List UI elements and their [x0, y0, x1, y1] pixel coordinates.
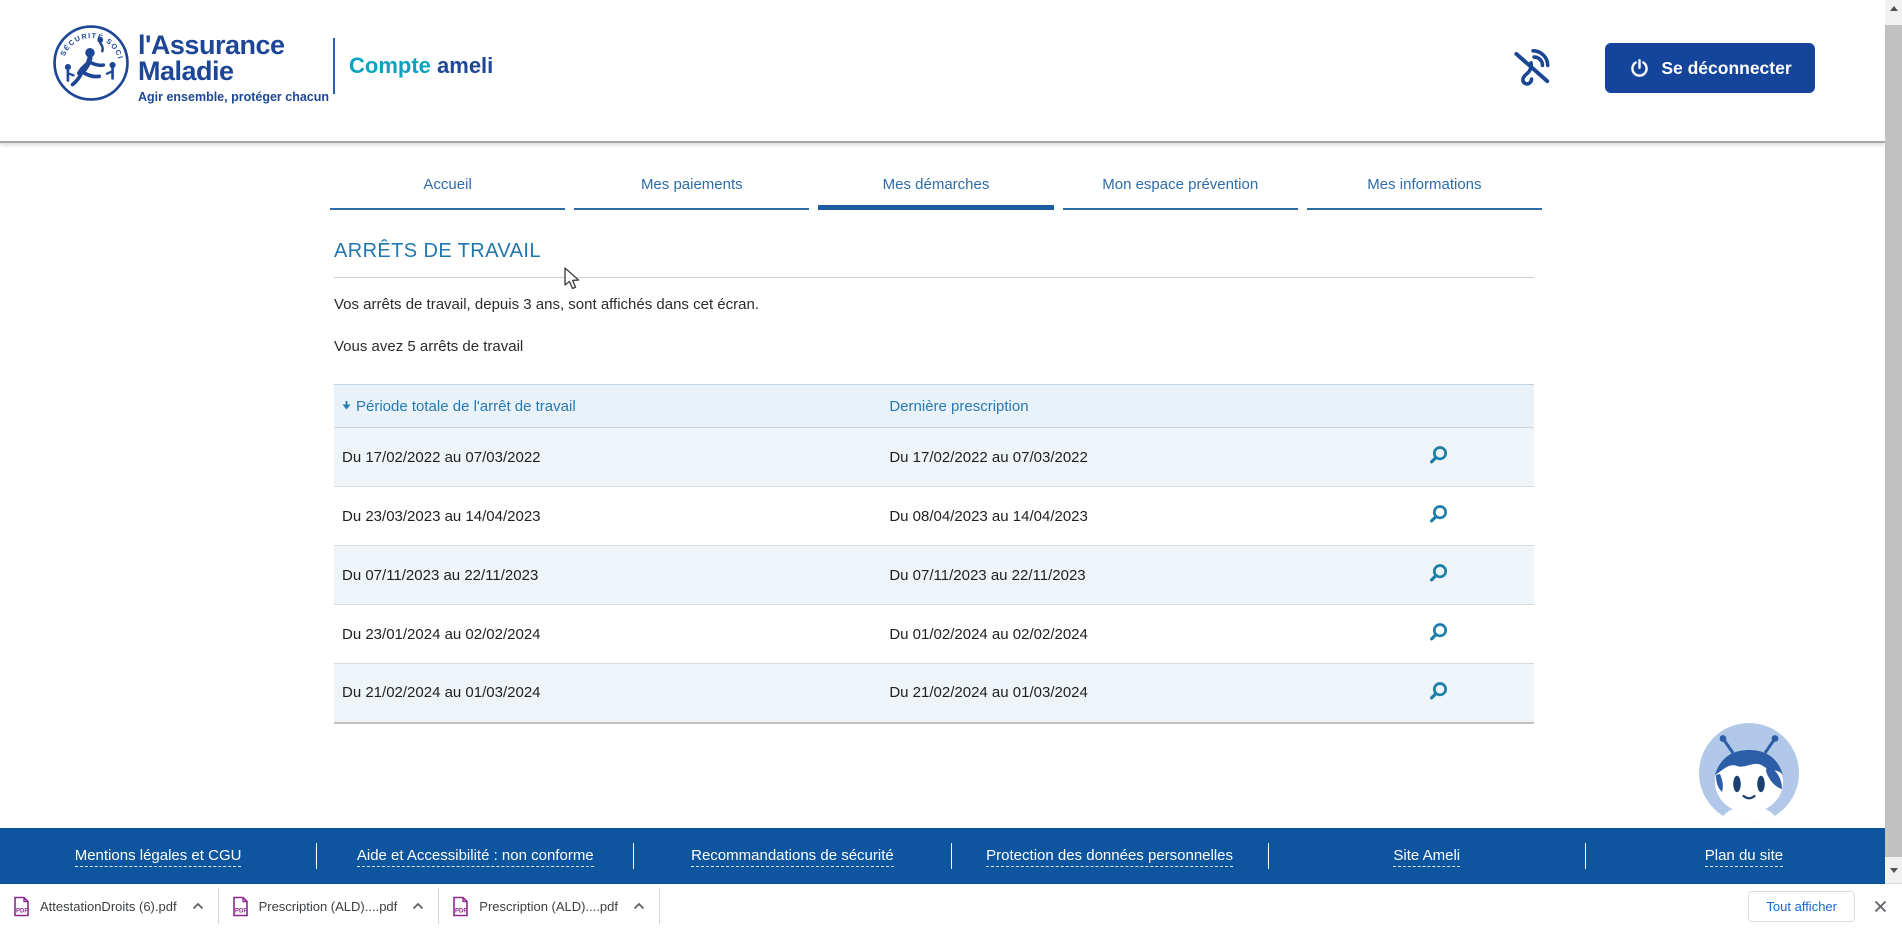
- count-text: Vous avez 5 arrêts de travail: [334, 338, 1534, 355]
- close-icon: [1873, 899, 1888, 914]
- download-item-1[interactable]: PDF AttestationDroits (6).pdf: [0, 884, 218, 928]
- column-header-period[interactable]: Période totale de l'arrêt de travail: [334, 385, 881, 428]
- footer-link-mentions-legales[interactable]: Mentions légales et CGU: [75, 847, 242, 867]
- app-header: SÉCURITÉ SOCIALE l'Assurance: [0, 0, 1885, 143]
- show-all-downloads-button[interactable]: Tout afficher: [1748, 891, 1855, 922]
- prescription-cell: Du 08/04/2023 au 14/04/2023: [881, 487, 1335, 546]
- tab-accueil[interactable]: Accueil: [330, 166, 565, 210]
- svg-text:PDF: PDF: [16, 908, 28, 914]
- brand-tagline: Agir ensemble, protéger chacun: [138, 90, 329, 104]
- column-header-prescription[interactable]: Dernière prescription: [881, 385, 1335, 428]
- svg-text:PDF: PDF: [235, 908, 247, 914]
- tab-mes-paiements[interactable]: Mes paiements: [574, 166, 809, 210]
- magnifier-icon: [1427, 680, 1450, 703]
- work-stoppages-table: Période totale de l'arrêt de travail Der…: [334, 384, 1534, 724]
- tab-mes-demarches[interactable]: Mes démarches: [818, 166, 1053, 210]
- magnifier-icon: [1427, 444, 1450, 467]
- magnifier-icon: [1427, 503, 1450, 526]
- tab-label: Mes démarches: [883, 176, 990, 193]
- chatbot-mascot-button[interactable]: [1697, 721, 1801, 825]
- power-icon: [1628, 57, 1651, 80]
- assurance-maladie-logo[interactable]: SÉCURITÉ SOCIALE l'Assurance: [52, 24, 329, 104]
- brand-line2: Maladie: [138, 58, 329, 84]
- download-menu-chevron-up-icon[interactable]: [411, 901, 425, 911]
- magnifier-icon: [1427, 621, 1450, 644]
- download-menu-chevron-up-icon[interactable]: [632, 901, 646, 911]
- sort-descending-icon: [342, 401, 351, 410]
- scrollbar-thumb[interactable]: [1885, 25, 1902, 857]
- tab-label: Accueil: [423, 176, 471, 193]
- pdf-file-icon: PDF: [13, 896, 30, 917]
- main-nav: Accueil Mes paiements Mes démarches Mon …: [330, 166, 1542, 210]
- svg-text:PDF: PDF: [455, 908, 467, 914]
- footer-link-site-ameli[interactable]: Site Ameli: [1393, 847, 1460, 867]
- column-header-label: Période totale de l'arrêt de travail: [356, 398, 576, 415]
- prescription-cell: Du 07/11/2023 au 22/11/2023: [881, 546, 1335, 605]
- period-cell: Du 07/11/2023 au 22/11/2023: [334, 546, 881, 605]
- download-filename: Prescription (ALD)....pdf: [259, 899, 398, 914]
- pdf-file-icon: PDF: [232, 896, 249, 917]
- view-details-button[interactable]: [1423, 676, 1454, 710]
- tab-label: Mes informations: [1367, 176, 1481, 193]
- footer-link-aide-accessibilite[interactable]: Aide et Accessibilité : non conforme: [357, 847, 594, 867]
- column-header-actions: [1335, 385, 1534, 428]
- tab-label: Mes paiements: [641, 176, 743, 193]
- download-menu-chevron-up-icon[interactable]: [191, 901, 205, 911]
- footer-link-recommandations-securite[interactable]: Recommandations de sécurité: [691, 847, 894, 867]
- downloads-separator: [659, 888, 660, 924]
- table-row: Du 23/03/2023 au 14/04/2023 Du 08/04/202…: [334, 487, 1534, 546]
- header-divider: [333, 38, 335, 94]
- logout-label: Se déconnecter: [1661, 58, 1791, 79]
- download-filename: AttestationDroits (6).pdf: [40, 899, 177, 914]
- pdf-file-icon: PDF: [452, 896, 469, 917]
- magnifier-icon: [1427, 562, 1450, 585]
- download-filename: Prescription (ALD)....pdf: [479, 899, 618, 914]
- hearing-disabled-icon[interactable]: [1508, 44, 1554, 90]
- download-item-2[interactable]: PDF Prescription (ALD)....pdf: [219, 884, 439, 928]
- table-row: Du 21/02/2024 au 01/03/2024 Du 21/02/202…: [334, 664, 1534, 723]
- browser-downloads-bar: PDF AttestationDroits (6).pdf PDF Prescr…: [0, 884, 1902, 928]
- vertical-scrollbar[interactable]: [1885, 0, 1902, 884]
- period-cell: Du 21/02/2024 au 01/03/2024: [334, 664, 881, 723]
- title-divider: [334, 277, 1534, 278]
- product-word-compte: Compte: [349, 53, 431, 78]
- brand-text: l'Assurance Maladie Agir ensemble, proté…: [138, 24, 329, 104]
- page-title: ARRÊTS DE TRAVAIL: [334, 240, 1534, 263]
- intro-text: Vos arrêts de travail, depuis 3 ans, son…: [334, 296, 1534, 313]
- period-cell: Du 23/01/2024 au 02/02/2024: [334, 605, 881, 664]
- table-header-row: Période totale de l'arrêt de travail Der…: [334, 385, 1534, 428]
- footer-link-protection-donnees[interactable]: Protection des données personnelles: [986, 847, 1233, 867]
- prescription-cell: Du 17/02/2022 au 07/03/2022: [881, 428, 1335, 487]
- table-row: Du 07/11/2023 au 22/11/2023 Du 07/11/202…: [334, 546, 1534, 605]
- tab-label: Mon espace prévention: [1102, 176, 1258, 193]
- table-row: Du 23/01/2024 au 02/02/2024 Du 01/02/202…: [334, 605, 1534, 664]
- work-stoppages-section: ARRÊTS DE TRAVAIL Vos arrêts de travail,…: [334, 240, 1534, 724]
- prescription-cell: Du 21/02/2024 au 01/03/2024: [881, 664, 1335, 723]
- view-details-button[interactable]: [1423, 499, 1454, 533]
- view-details-button[interactable]: [1423, 440, 1454, 474]
- site-footer: Mentions légales et CGU Aide et Accessib…: [0, 828, 1902, 884]
- period-cell: Du 17/02/2022 au 07/03/2022: [334, 428, 881, 487]
- footer-link-plan-du-site[interactable]: Plan du site: [1705, 847, 1783, 867]
- securite-sociale-roundel-icon: SÉCURITÉ SOCIALE: [52, 24, 130, 102]
- period-cell: Du 23/03/2023 au 14/04/2023: [334, 487, 881, 546]
- close-downloads-bar-button[interactable]: [1871, 897, 1890, 916]
- tab-mes-informations[interactable]: Mes informations: [1307, 166, 1542, 210]
- table-row: Du 17/02/2022 au 07/03/2022 Du 17/02/202…: [334, 428, 1534, 487]
- view-details-button[interactable]: [1423, 617, 1454, 651]
- product-word-ameli: ameli: [437, 53, 493, 78]
- logout-button[interactable]: Se déconnecter: [1605, 43, 1815, 93]
- column-header-label: Dernière prescription: [889, 398, 1028, 415]
- compte-ameli-wordmark: Compte ameli: [349, 53, 493, 79]
- scrollbar-up-arrow[interactable]: [1885, 0, 1902, 16]
- view-details-button[interactable]: [1423, 558, 1454, 592]
- scrollbar-down-arrow[interactable]: [1885, 862, 1902, 878]
- brand-line1: l'Assurance: [138, 32, 329, 58]
- tab-mon-espace-prevention[interactable]: Mon espace prévention: [1063, 166, 1298, 210]
- prescription-cell: Du 01/02/2024 au 02/02/2024: [881, 605, 1335, 664]
- download-item-3[interactable]: PDF Prescription (ALD)....pdf: [439, 884, 659, 928]
